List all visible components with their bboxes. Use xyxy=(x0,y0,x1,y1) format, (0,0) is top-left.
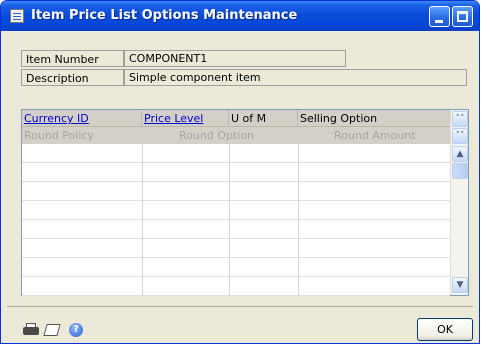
description-field: Simple component item xyxy=(124,69,467,86)
grid-column-divider xyxy=(229,144,230,295)
note-icon[interactable] xyxy=(43,323,61,337)
window-title: Item Price List Options Maintenance xyxy=(31,8,298,23)
minimize-icon xyxy=(435,20,443,23)
maximize-icon xyxy=(457,11,468,22)
grid-column-divider xyxy=(142,144,143,295)
footer-divider xyxy=(7,306,473,307)
grid-header-row-1: Currency ID Price Level U of M Selling O… xyxy=(22,110,450,127)
round-policy-header: Round Policy xyxy=(24,129,94,142)
table-row[interactable] xyxy=(22,182,450,201)
table-row[interactable] xyxy=(22,201,450,220)
table-row[interactable] xyxy=(22,144,450,163)
description-label: Description xyxy=(21,69,124,86)
printer-body xyxy=(23,327,39,335)
minimize-button[interactable] xyxy=(429,6,450,27)
item-info-panel: Item Number COMPONENT1 Description Simpl… xyxy=(15,45,471,89)
title-bar[interactable]: Item Price List Options Maintenance xyxy=(1,1,479,31)
currency-id-header-link[interactable]: Currency ID xyxy=(22,110,142,127)
help-icon[interactable]: ? xyxy=(69,323,83,337)
price-level-header-link[interactable]: Price Level xyxy=(142,110,229,127)
selling-option-header: Selling Option xyxy=(300,112,378,125)
note-page xyxy=(43,324,61,336)
scroll-up-button[interactable]: ▲ xyxy=(452,146,468,162)
collapse-rows-button[interactable]: ˄˄ xyxy=(452,111,468,127)
window-icon xyxy=(10,9,24,23)
item-number-label: Item Number xyxy=(21,50,124,67)
scroll-down-button[interactable]: ▼ xyxy=(452,277,468,293)
price-options-grid: Currency ID Price Level U of M Selling O… xyxy=(21,109,469,296)
printer-icon[interactable] xyxy=(23,323,39,337)
item-number-field: COMPONENT1 xyxy=(124,50,346,67)
table-row[interactable] xyxy=(22,277,450,296)
u-of-m-header: U of M xyxy=(229,110,298,127)
table-row[interactable] xyxy=(22,163,450,182)
grid-body[interactable] xyxy=(22,144,450,296)
grid-header: Currency ID Price Level U of M Selling O… xyxy=(22,110,450,144)
price-list-options-window: Item Price List Options Maintenance Item… xyxy=(0,0,480,344)
scroll-thumb[interactable] xyxy=(452,163,468,179)
maximize-button[interactable] xyxy=(452,6,473,27)
table-row[interactable] xyxy=(22,258,450,277)
table-row[interactable] xyxy=(22,239,450,258)
grid-vertical-scrollbar[interactable]: ˄˄ ˅˅ ▲ ▼ xyxy=(450,110,468,295)
round-option-header: Round Option xyxy=(179,129,255,142)
grid-header-row-2: Round Policy Round Option Round Amount xyxy=(22,127,450,144)
grid-column-divider xyxy=(298,144,299,295)
round-amount-header: Round Amount xyxy=(334,129,416,142)
table-row[interactable] xyxy=(22,220,450,239)
ok-button[interactable]: OK xyxy=(417,318,473,341)
expand-rows-button[interactable]: ˅˅ xyxy=(452,128,468,144)
